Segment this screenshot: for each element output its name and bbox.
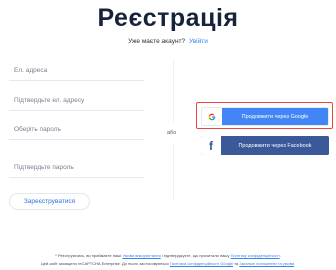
subtitle: Уже маєте акаунт? Увійти bbox=[0, 38, 336, 45]
register-button[interactable]: Зареєструватися bbox=[9, 193, 90, 210]
privacy-policy-link[interactable]: Політику конфіденційності bbox=[231, 253, 280, 258]
confirm-email-input[interactable] bbox=[14, 97, 139, 104]
footer-terms-prefix: * Реєструючись, ви приймаєте наші bbox=[55, 253, 122, 258]
footer-terms-line: * Реєструючись, ви приймаєте наші Умови … bbox=[0, 253, 336, 258]
have-account-text: Уже маєте акаунт? bbox=[128, 38, 186, 45]
or-separator: або bbox=[167, 130, 177, 136]
password-input[interactable] bbox=[14, 126, 139, 133]
footer-recaptcha-prefix: Цей сайт захищено reCAPTCHA Enterprise. … bbox=[40, 261, 169, 266]
footer-recaptcha-suffix: . bbox=[294, 261, 296, 266]
login-link[interactable]: Увійти bbox=[189, 38, 208, 45]
confirm-password-field[interactable] bbox=[9, 155, 144, 178]
terms-of-use-link[interactable]: Умови використання bbox=[122, 253, 160, 258]
email-field[interactable] bbox=[9, 58, 144, 81]
google-terms-link[interactable]: Загальні положення та умови bbox=[239, 261, 294, 266]
confirm-password-input[interactable] bbox=[14, 164, 139, 171]
email-input[interactable] bbox=[14, 67, 139, 74]
google-privacy-link[interactable]: Політика конфіденційності Google bbox=[170, 261, 233, 266]
footer-recaptcha-line: Цей сайт захищено reCAPTCHA Enterprise. … bbox=[0, 261, 336, 266]
footer-terms-middle: і підтверджуєте, що прочитали нашу bbox=[161, 253, 230, 258]
footer-terms-suffix: . bbox=[279, 253, 281, 258]
footer-recaptcha-middle: та bbox=[234, 261, 239, 266]
google-login-label: Продовжити через Google bbox=[222, 108, 328, 125]
divider-top bbox=[173, 60, 174, 122]
password-field[interactable] bbox=[9, 117, 144, 140]
page-title: Реєстрація bbox=[97, 4, 239, 32]
facebook-login-label: Продовжити через Facebook bbox=[221, 136, 329, 155]
confirm-email-field[interactable] bbox=[9, 88, 144, 111]
facebook-f-icon: f bbox=[201, 136, 221, 155]
google-login-button[interactable]: Продовжити через Google bbox=[201, 107, 329, 126]
google-g-icon bbox=[202, 108, 222, 125]
divider-bottom bbox=[173, 143, 174, 201]
facebook-login-button[interactable]: f Продовжити через Facebook bbox=[201, 136, 329, 155]
